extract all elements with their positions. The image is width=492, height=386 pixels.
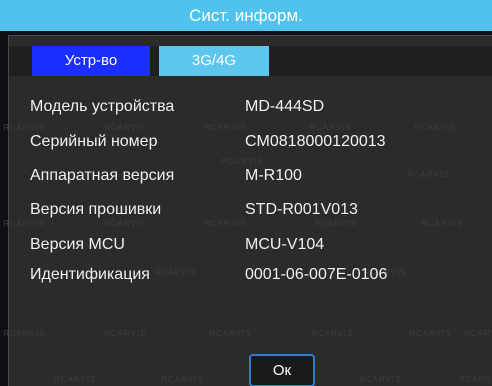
watermark-logo: ЯCARVIS <box>204 123 247 132</box>
device-model-value: MD-444SD <box>245 98 325 115</box>
watermark-logo: ЯCARVIS <box>3 219 46 228</box>
watermark-logo: ЯCARVIS <box>209 329 252 338</box>
watermark-logo: ЯCARVIS <box>414 123 457 132</box>
watermark-logo: ЯCARVIS <box>154 268 197 277</box>
watermark-logo: ЯCARVIS <box>161 375 204 384</box>
identification-value: 0001-06-007E-0106 <box>245 266 388 283</box>
watermark-logo: ЯCARVIS <box>459 375 492 384</box>
ok-button[interactable]: Ок <box>249 354 315 386</box>
hardware-version-value: M-R100 <box>245 167 302 184</box>
watermark-logo: ЯCARVIS <box>104 329 147 338</box>
firmware-version-label: Версия прошивки <box>30 201 162 218</box>
watermark-logo: ЯCARVIS <box>104 123 147 132</box>
watermark-logo: ЯCARVIS <box>104 219 147 228</box>
firmware-version-value: STD-R001V013 <box>245 201 358 218</box>
title-bar: Сист. информ. <box>0 0 492 31</box>
watermark-logo: ЯCARVIS <box>409 329 452 338</box>
tab-device[interactable]: Устр-во <box>32 46 150 76</box>
serial-number-label: Серийный номер <box>30 133 158 150</box>
watermark-logo: ЯCARVIS <box>221 157 264 166</box>
identification-label: Идентификация <box>30 266 150 283</box>
hardware-version-label: Аппаратная версия <box>30 167 175 184</box>
watermark-logo: ЯCARVIS <box>464 329 492 338</box>
watermark-logo: ЯCARVIS <box>3 123 46 132</box>
watermark-logo: ЯCARVIS <box>54 375 97 384</box>
watermark-logo: ЯCARVIS <box>421 219 464 228</box>
serial-number-value: CM0818000120013 <box>245 133 386 150</box>
watermark-logo: ЯCARVIS <box>359 375 402 384</box>
mcu-version-label: Версия MCU <box>30 236 125 253</box>
device-model-label: Модель устройства <box>30 98 175 115</box>
window-title: Сист. информ. <box>189 6 303 25</box>
mcu-version-value: MCU-V104 <box>245 236 325 253</box>
watermark-logo: ЯCARVIS <box>3 329 46 338</box>
watermark-logo: ЯCARVIS <box>309 123 352 132</box>
watermark-logo: ЯCARVIS <box>407 170 450 179</box>
watermark-logo: ЯCARVIS <box>204 219 247 228</box>
tab-3g-4g[interactable]: 3G/4G <box>159 46 269 76</box>
tab-bar: Устр-во 3G/4G <box>9 46 492 76</box>
system-info-screen: Сист. информ. ЯCARVIS ЯCARVIS ЯCARVIS ЯC… <box>0 0 492 386</box>
watermark-logo: ЯCARVIS <box>311 329 354 338</box>
info-panel: ЯCARVIS ЯCARVIS ЯCARVIS ЯCARVIS ЯCARVIS … <box>3 35 492 386</box>
watermark-logo: ЯCARVIS <box>314 219 357 228</box>
